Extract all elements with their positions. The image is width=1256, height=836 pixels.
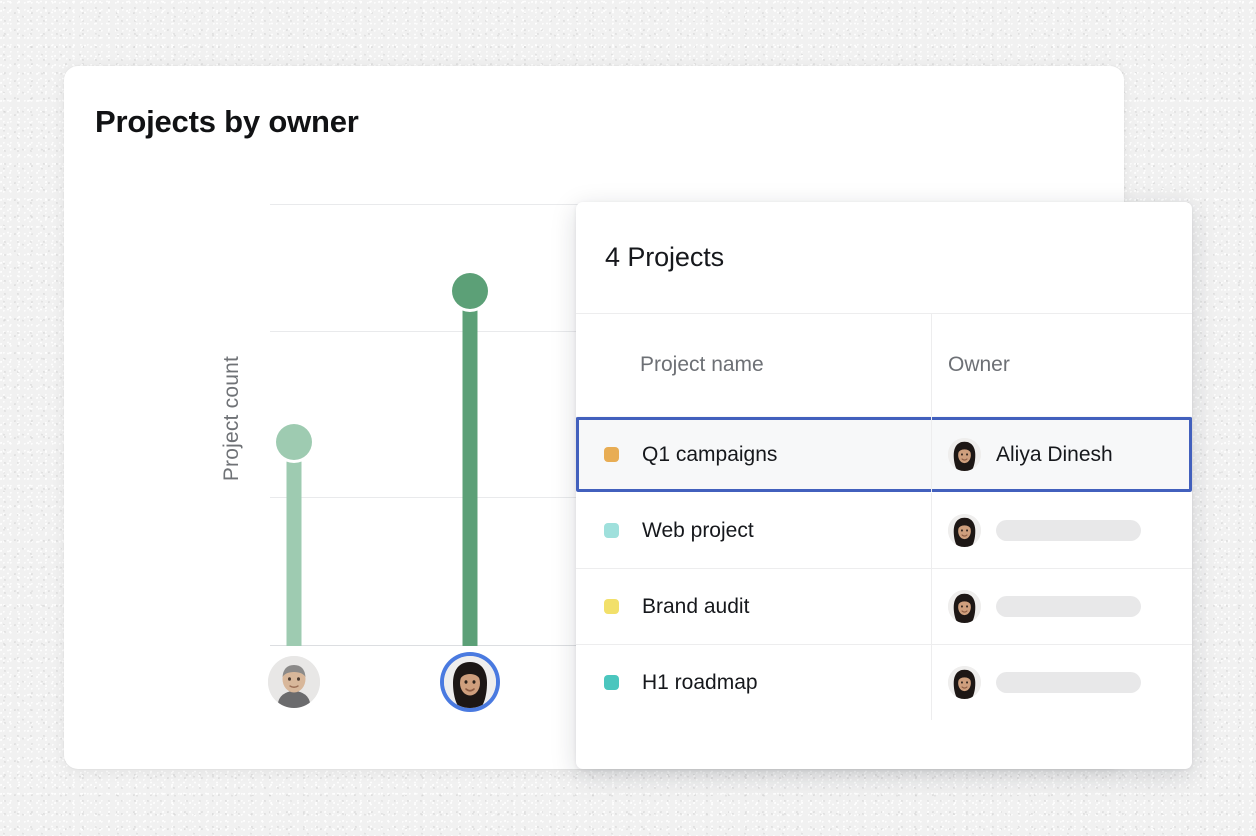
project-color-swatch-icon	[604, 599, 619, 614]
table-row[interactable]: Brand audit	[576, 568, 1192, 644]
avatar-woman-hijab-icon	[948, 438, 981, 471]
avatar[interactable]	[268, 656, 320, 708]
cell-owner	[931, 493, 1192, 568]
project-color-swatch-icon	[604, 447, 619, 462]
avatar-woman-hijab-icon	[948, 514, 981, 547]
avatar-woman-hijab-icon	[444, 656, 496, 708]
column-header-owner: Owner	[948, 353, 1010, 376]
chart-bar-owner-2[interactable]	[440, 205, 500, 646]
owner-name-text: Aliya Dinesh	[996, 442, 1113, 466]
page-title: Projects by owner	[95, 104, 359, 139]
projects-detail-panel: 4 Projects Project name Owner Q1 campaig…	[576, 202, 1192, 769]
cell-owner	[931, 645, 1192, 720]
cell-owner	[931, 569, 1192, 644]
column-header-project-name-cell: Project name	[576, 353, 931, 377]
avatar-man-icon	[268, 656, 320, 708]
owner-avatar	[948, 666, 981, 699]
cell-project-name: H1 roadmap	[576, 645, 931, 720]
column-header-project-name: Project name	[640, 353, 764, 376]
bar-knob	[276, 424, 312, 460]
panel-footer	[576, 720, 1192, 769]
project-name-text: Web project	[642, 518, 754, 542]
owner-avatar	[948, 514, 981, 547]
bar-knob	[452, 273, 488, 309]
table-row[interactable]: H1 roadmap	[576, 644, 1192, 720]
owner-name-redacted	[996, 520, 1141, 541]
avatar-woman-hijab-icon	[948, 590, 981, 623]
owner-avatar	[948, 590, 981, 623]
project-name-text: Q1 campaigns	[642, 442, 778, 466]
x-tick-owner-1[interactable]	[264, 656, 324, 708]
table-header-row: Project name Owner	[576, 314, 1192, 416]
projects-table: Project name Owner Q1 campaigns Aliya Di…	[576, 314, 1192, 769]
y-axis-label: Project count	[220, 356, 243, 482]
owner-name-redacted	[996, 672, 1141, 693]
avatar-woman-hijab-icon	[948, 666, 981, 699]
panel-title: 4 Projects	[605, 242, 725, 272]
bar-stem	[462, 296, 478, 646]
cell-project-name: Brand audit	[576, 569, 931, 644]
owner-name-redacted	[996, 596, 1141, 617]
cell-project-name: Web project	[576, 493, 931, 568]
column-header-owner-cell: Owner	[931, 314, 1192, 416]
cell-owner: Aliya Dinesh	[931, 417, 1192, 492]
x-tick-owner-2[interactable]	[440, 656, 500, 708]
owner-avatar	[948, 438, 981, 471]
bar-stem	[286, 447, 302, 646]
project-name-text: H1 roadmap	[642, 670, 758, 694]
table-row[interactable]: Q1 campaigns Aliya Dinesh	[576, 416, 1192, 492]
project-color-swatch-icon	[604, 523, 619, 538]
chart-bar-owner-1[interactable]	[264, 205, 324, 646]
project-name-text: Brand audit	[642, 594, 750, 618]
cell-project-name: Q1 campaigns	[576, 417, 931, 492]
panel-header: 4 Projects	[576, 202, 1192, 314]
table-row[interactable]: Web project	[576, 492, 1192, 568]
project-color-swatch-icon	[604, 675, 619, 690]
avatar-selected[interactable]	[444, 656, 496, 708]
